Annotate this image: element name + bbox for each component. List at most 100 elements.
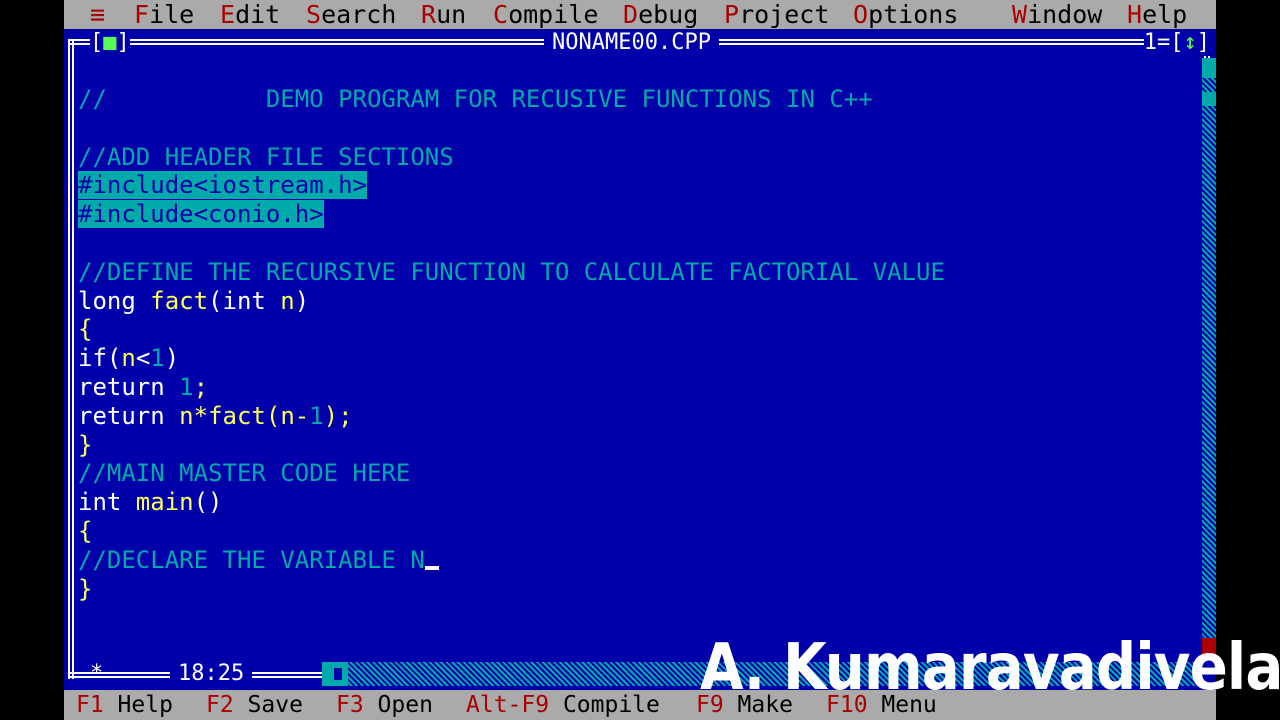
menu-run-label: un xyxy=(436,0,467,29)
status-f1-help[interactable]: F1 Help xyxy=(76,690,173,720)
close-box-bracket-right: ] xyxy=(116,30,130,55)
code-line[interactable]: //DEFINE THE RECURSIVE FUNCTION TO CALCU… xyxy=(78,258,945,287)
keyword: return xyxy=(78,401,180,430)
symbol: ); xyxy=(323,401,353,430)
menu-help-hotkey: H xyxy=(1127,0,1143,29)
menu-options-hotkey: O xyxy=(853,0,869,29)
status-label: Compile xyxy=(549,692,660,718)
menu-compile-label: ompile xyxy=(508,0,599,29)
symbol: { xyxy=(78,315,93,344)
menu-search[interactable]: Search xyxy=(306,0,396,29)
menu-debug-hotkey: D xyxy=(623,0,639,29)
code-editor[interactable]: // DEMO PROGRAM FOR RECUSIVE FUNCTIONS I… xyxy=(78,85,945,603)
status-key: F2 xyxy=(206,692,234,718)
code-line[interactable]: //DECLARE THE VARIABLE N xyxy=(78,546,945,575)
symbol: ) xyxy=(294,286,310,315)
system-menu-button[interactable]: ≡ xyxy=(90,0,105,29)
status-f2-save[interactable]: F2 Save xyxy=(206,690,303,720)
modified-indicator: * xyxy=(90,661,104,686)
menu-file[interactable]: File xyxy=(134,0,194,29)
code-line[interactable]: return n*fact(n-1); xyxy=(78,402,945,431)
menu-debug[interactable]: Debug xyxy=(623,0,698,29)
code-line[interactable]: { xyxy=(78,315,945,344)
keyword: int xyxy=(78,488,136,517)
menu-run-hotkey: R xyxy=(421,0,437,29)
menu-compile[interactable]: Compile xyxy=(493,0,598,29)
status-key: F3 xyxy=(336,692,364,718)
code-line[interactable]: #include<iostream.h> xyxy=(78,171,945,200)
scroll-up-arrow-icon[interactable] xyxy=(1202,58,1216,78)
code-line[interactable]: //MAIN MASTER CODE HERE xyxy=(78,459,945,488)
identifier: main xyxy=(135,488,194,517)
cursor-position: 18:25 xyxy=(170,662,253,686)
symbol: { xyxy=(78,516,93,545)
status-f3-open[interactable]: F3 Open xyxy=(336,690,433,720)
code-line[interactable]: return 1; xyxy=(78,373,945,402)
menu-help-label: elp xyxy=(1142,0,1188,29)
menu-edit-label: dit xyxy=(235,0,281,29)
author-watermark: A. Kumaravadivelan xyxy=(700,631,1280,705)
code-line[interactable]: } xyxy=(78,575,945,604)
turbo-cpp-screen: ≡ File Edit Search Run Compile Debug Pro… xyxy=(64,0,1216,720)
symbol: ) xyxy=(164,344,180,373)
keyword: long xyxy=(78,286,151,315)
menu-debug-label: ebug xyxy=(638,0,699,29)
code-line[interactable]: } xyxy=(78,431,945,460)
zoom-icon[interactable]: ↕ xyxy=(1184,30,1197,55)
code-line[interactable]: if(n<1) xyxy=(78,344,945,373)
status-label: Open xyxy=(363,692,433,718)
menu-options[interactable]: Options xyxy=(853,0,958,29)
symbol: * xyxy=(193,401,209,430)
vertical-scrollbar[interactable] xyxy=(1202,58,1216,658)
keyword: (int xyxy=(208,286,281,315)
menu-project[interactable]: Project xyxy=(724,0,829,29)
menu-compile-hotkey: C xyxy=(493,0,509,29)
close-box-bracket-left: [ xyxy=(90,30,104,55)
code-line[interactable]: #include<conio.h> xyxy=(78,200,945,229)
status-label: Save xyxy=(233,692,303,718)
menu-bar: ≡ File Edit Search Run Compile Debug Pro… xyxy=(64,0,1216,29)
menu-window[interactable]: Window xyxy=(1012,0,1102,29)
text-cursor xyxy=(424,565,439,570)
symbol: } xyxy=(78,574,93,603)
symbol: - xyxy=(294,401,310,430)
menu-project-hotkey: P xyxy=(724,0,740,29)
menu-window-hotkey: W xyxy=(1012,0,1028,29)
identifier: n xyxy=(280,286,295,315)
menu-search-label: earch xyxy=(321,0,397,29)
include-iostream: #include<iostream.h> xyxy=(78,171,367,200)
menu-search-hotkey: S xyxy=(306,0,322,29)
menu-file-label: ile xyxy=(149,0,195,29)
identifier: fact xyxy=(150,286,209,315)
menu-edit[interactable]: Edit xyxy=(220,0,280,29)
vertical-scroll-thumb[interactable] xyxy=(1202,92,1216,106)
menu-help[interactable]: Help xyxy=(1127,0,1187,29)
menu-edit-hotkey: E xyxy=(220,0,236,29)
identifier: n xyxy=(280,401,295,430)
zoom-bracket: ] xyxy=(1196,30,1210,55)
code-line[interactable]: { xyxy=(78,517,945,546)
code-line[interactable]: int main() xyxy=(78,488,945,517)
keyword: if( xyxy=(78,344,122,373)
code-line[interactable]: long fact(int n) xyxy=(78,287,945,316)
comment-main: //MAIN MASTER CODE HERE xyxy=(78,459,411,488)
comment-define: //DEFINE THE RECURSIVE FUNCTION TO CALCU… xyxy=(78,257,945,286)
scroll-left-arrow-icon[interactable] xyxy=(322,662,348,686)
number-literal: 1 xyxy=(179,372,194,401)
code-line-empty[interactable] xyxy=(78,114,945,143)
close-icon: ■ xyxy=(103,30,117,55)
status-altf9-compile[interactable]: Alt-F9 Compile xyxy=(466,690,660,720)
identifier: n xyxy=(179,401,194,430)
code-line-empty[interactable] xyxy=(78,229,945,258)
close-box[interactable]: [■] xyxy=(90,29,130,56)
menu-run[interactable]: Run xyxy=(421,0,466,29)
symbol: < xyxy=(135,344,151,373)
symbol: ( xyxy=(265,401,281,430)
menu-project-label: roject xyxy=(739,0,830,29)
status-key: Alt-F9 xyxy=(466,692,550,718)
window-number-zoom[interactable]: 1=[↕] xyxy=(1143,29,1210,56)
comment-title: // DEMO PROGRAM FOR RECUSIVE FUNCTIONS I… xyxy=(78,85,873,113)
comment-header: //ADD HEADER FILE SECTIONS xyxy=(78,142,454,171)
code-line[interactable]: // DEMO PROGRAM FOR RECUSIVE FUNCTIONS I… xyxy=(78,85,945,114)
code-line[interactable]: //ADD HEADER FILE SECTIONS xyxy=(78,143,945,172)
